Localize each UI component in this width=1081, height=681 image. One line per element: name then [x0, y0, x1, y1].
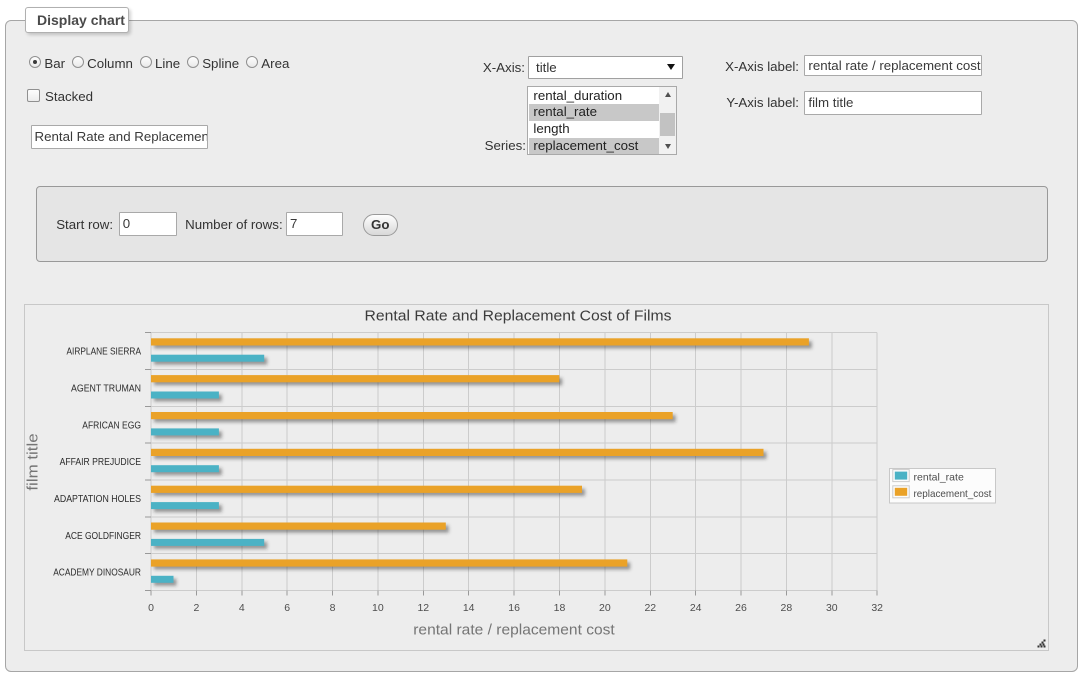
svg-text:ACE GOLDFINGER: ACE GOLDFINGER — [65, 531, 141, 542]
svg-text:6: 6 — [284, 602, 290, 614]
svg-text:4: 4 — [239, 602, 245, 614]
svg-text:18: 18 — [554, 602, 566, 614]
svg-text:24: 24 — [690, 602, 702, 614]
svg-text:AFFAIR PREJUDICE: AFFAIR PREJUDICE — [60, 457, 142, 468]
svg-text:12: 12 — [417, 602, 429, 614]
svg-text:AFRICAN EGG: AFRICAN EGG — [82, 420, 141, 431]
svg-text:2: 2 — [193, 602, 199, 614]
svg-text:0: 0 — [148, 602, 154, 614]
svg-text:10: 10 — [372, 602, 384, 614]
svg-text:Rental Rate and Replacement Co: Rental Rate and Replacement Cost of Film… — [365, 307, 672, 324]
svg-text:ACADEMY DINOSAUR: ACADEMY DINOSAUR — [53, 568, 141, 579]
svg-text:28: 28 — [781, 602, 793, 614]
svg-text:32: 32 — [871, 602, 883, 614]
svg-text:8: 8 — [330, 602, 336, 614]
svg-text:rental_rate: rental_rate — [914, 472, 964, 484]
svg-text:ADAPTATION HOLES: ADAPTATION HOLES — [54, 494, 141, 505]
svg-text:replacement_cost: replacement_cost — [914, 488, 992, 500]
svg-text:16: 16 — [508, 602, 520, 614]
svg-text:20: 20 — [599, 602, 611, 614]
svg-text:AIRPLANE SIERRA: AIRPLANE SIERRA — [67, 347, 142, 358]
svg-text:26: 26 — [735, 602, 747, 614]
svg-text:14: 14 — [463, 602, 475, 614]
svg-text:film title: film title — [25, 433, 42, 490]
svg-text:22: 22 — [644, 602, 656, 614]
svg-text:rental rate / replacement cost: rental rate / replacement cost — [413, 621, 615, 638]
svg-text:30: 30 — [826, 602, 838, 614]
svg-text:AGENT TRUMAN: AGENT TRUMAN — [71, 384, 141, 395]
